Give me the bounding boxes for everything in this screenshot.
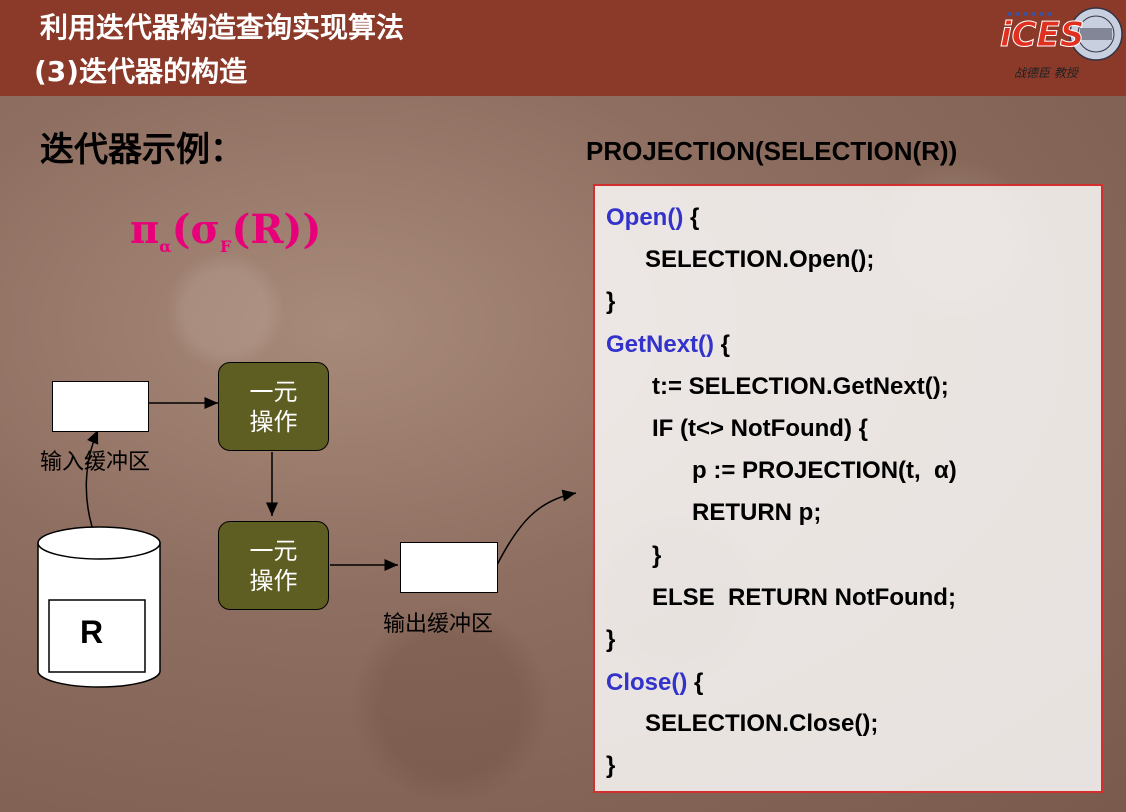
selection-subscript: F: [220, 237, 232, 256]
code-line-10: ELSE RETURN NotFound;: [652, 584, 956, 611]
getnext-keyword: GetNext(): [606, 331, 715, 358]
code-line-14: }: [606, 752, 616, 779]
title-bar: 利用迭代器构造查询实现算法 (3)迭代器的构造 iCES 战德臣 教授: [0, 0, 1126, 96]
op2-line2: 操作: [249, 567, 298, 595]
logo-caption: 战德臣 教授: [1014, 66, 1078, 80]
code-line-getnext: GetNext() {: [606, 331, 730, 359]
code-line-11: }: [606, 626, 616, 653]
slide-subtitle: (3)迭代器的构造: [34, 55, 248, 88]
code-line-7: p := PROJECTION(t, α): [692, 457, 957, 484]
code-line-close: Close() {: [606, 669, 703, 697]
table-cylinder: [37, 526, 161, 688]
slide-title: 利用迭代器构造查询实现算法: [40, 11, 405, 44]
close-keyword: Close(): [606, 669, 688, 696]
selection-symbol: σ: [190, 206, 221, 253]
projection-symbol: π: [130, 206, 160, 253]
code-line-2: SELECTION.Open();: [645, 246, 875, 273]
output-buffer: [400, 542, 498, 593]
op1-line1: 一元: [249, 378, 298, 406]
example-heading: 迭代器示例：: [40, 130, 244, 170]
op2-line1: 一元: [249, 537, 298, 565]
projection-subscript: α: [159, 237, 172, 256]
close-brace: {: [687, 669, 704, 696]
code-line-6: IF (t<> NotFound) {: [652, 415, 868, 442]
code-line-8: RETURN p;: [692, 499, 822, 526]
code-line-3: }: [606, 288, 616, 315]
code-line-13: SELECTION.Close();: [645, 710, 879, 737]
input-buffer-label: 输入缓冲区: [40, 450, 151, 475]
code-title: PROJECTION(SELECTION(R)): [586, 136, 958, 166]
code-line-open: Open() {: [606, 204, 699, 232]
code-panel: Open() { SELECTION.Open(); } GetNext() {…: [593, 184, 1103, 793]
logo-text: iCES: [1000, 15, 1084, 55]
formula-open-paren: (: [171, 206, 191, 253]
code-line-5: t:= SELECTION.GetNext();: [652, 373, 949, 400]
getnext-brace: {: [714, 331, 731, 358]
open-brace: {: [683, 204, 700, 231]
input-buffer: [52, 381, 149, 432]
op1-line2: 操作: [249, 408, 298, 436]
formula-inner: (R)): [231, 206, 322, 253]
code-line-9: }: [652, 542, 662, 569]
unary-operator-1: 一元 操作: [218, 362, 329, 451]
relational-algebra-expression: πα(σF(R)): [130, 206, 321, 256]
table-label: R: [80, 614, 104, 650]
output-buffer-label: 输出缓冲区: [383, 612, 494, 637]
open-keyword: Open(): [606, 204, 684, 231]
unary-operator-2: 一元 操作: [218, 521, 329, 610]
